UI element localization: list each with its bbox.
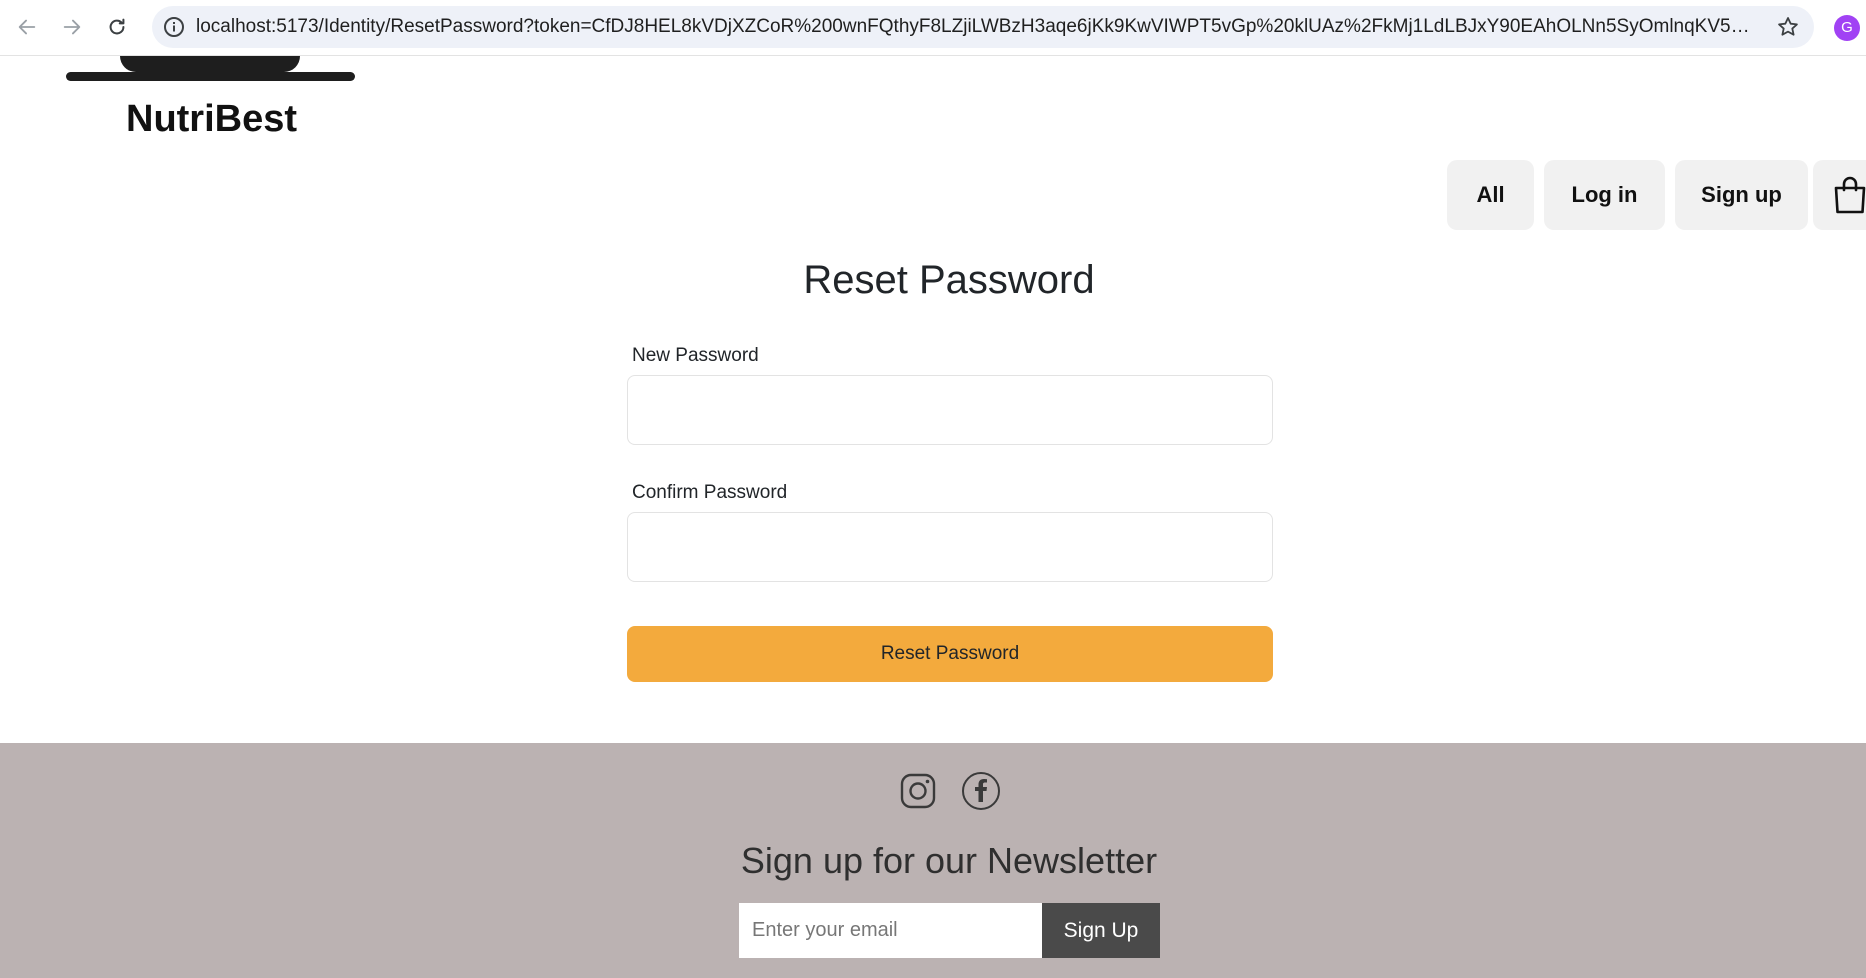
brand-name[interactable]: NutriBest xyxy=(126,98,297,141)
back-button[interactable] xyxy=(10,10,44,44)
newsletter-title: Sign up for our Newsletter xyxy=(740,840,1158,881)
site-info-icon[interactable] xyxy=(162,15,186,39)
browser-toolbar: localhost:5173/Identity/ResetPassword?to… xyxy=(0,0,1866,56)
new-password-input[interactable] xyxy=(627,375,1273,445)
page-title: Reset Password xyxy=(803,258,1095,302)
instagram-icon[interactable] xyxy=(898,771,938,811)
confirm-password-label: Confirm Password xyxy=(632,482,788,503)
arrow-right-icon xyxy=(63,19,81,35)
shopping-bag-icon xyxy=(1834,176,1866,214)
reload-icon xyxy=(109,18,125,35)
reload-button[interactable] xyxy=(100,10,134,44)
cart-button[interactable] xyxy=(1813,160,1866,230)
new-password-label: New Password xyxy=(632,345,759,366)
nav-all-button[interactable]: All xyxy=(1447,160,1534,230)
arrow-left-icon xyxy=(18,19,36,35)
confirm-password-input[interactable] xyxy=(627,512,1273,582)
newsletter-signup-button[interactable]: Sign Up xyxy=(1042,903,1160,958)
facebook-icon[interactable] xyxy=(961,771,1001,811)
newsletter-email-input[interactable] xyxy=(739,903,1042,958)
url-text[interactable]: localhost:5173/Identity/ResetPassword?to… xyxy=(196,6,1760,48)
forward-button[interactable] xyxy=(55,10,89,44)
nav-login-button[interactable]: Log in xyxy=(1544,160,1665,230)
logo-bar-graphic xyxy=(66,72,355,81)
address-bar[interactable]: localhost:5173/Identity/ResetPassword?to… xyxy=(152,6,1814,48)
footer: Sign up for our Newsletter Sign Up xyxy=(0,743,1866,978)
bookmark-star-icon[interactable] xyxy=(1776,15,1800,39)
reset-password-button[interactable]: Reset Password xyxy=(627,626,1273,682)
profile-avatar[interactable]: G xyxy=(1834,15,1860,41)
logo-bowl-graphic xyxy=(120,56,300,72)
nav-signup-button[interactable]: Sign up xyxy=(1675,160,1808,230)
